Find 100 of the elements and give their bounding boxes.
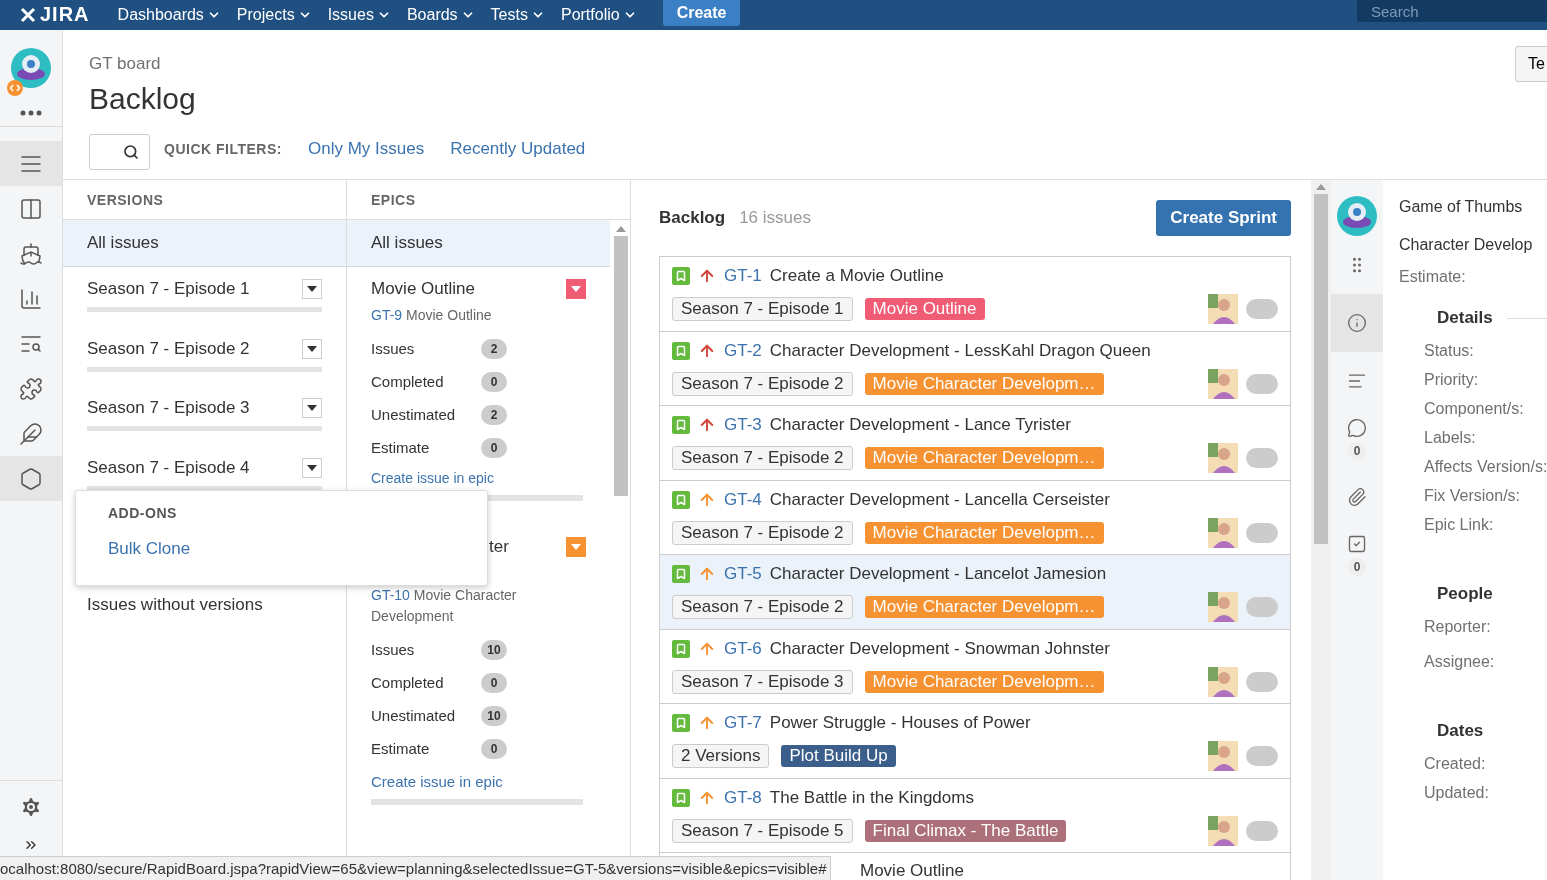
logo-icon: [20, 6, 36, 23]
comment-icon: [1347, 418, 1367, 438]
toolbar-button[interactable]: Te: [1515, 46, 1547, 82]
field-label: Epic Link:: [1423, 516, 1495, 534]
issue-key[interactable]: GT-2: [724, 340, 762, 361]
version-label: Season 7 - Episode 2: [672, 595, 853, 619]
scroll-up-icon[interactable]: [1316, 184, 1326, 190]
dropdown-button[interactable]: [302, 338, 322, 359]
issue-summary: Character Development - LessKahl Dragon Queen: [769, 340, 1151, 361]
nav-menu[interactable]: Issues: [327, 6, 391, 24]
nav-menu[interactable]: Boards: [406, 6, 475, 24]
issue-key[interactable]: GT-8: [724, 787, 762, 808]
field-label: Updated:: [1423, 784, 1490, 802]
epic-name[interactable]: ter: [489, 537, 509, 557]
version-name[interactable]: Season 7 - Episode 1: [87, 279, 250, 299]
epic-issue-link[interactable]: GT-9 Movie Outline: [371, 305, 586, 326]
version-label: Season 7 - Episode 2: [672, 520, 853, 545]
stat-label: Estimate: [371, 439, 431, 456]
epic-label: Plot Build Up: [781, 745, 896, 767]
epic-label: Final Climax - The Battle: [864, 819, 1067, 842]
menu-item[interactable]: Bulk Clone: [108, 539, 191, 559]
all-issues-item[interactable]: All issues: [347, 220, 610, 267]
count-badge: 10: [481, 705, 507, 726]
avatar: [1208, 517, 1238, 548]
field-label: Priority:: [1423, 371, 1480, 389]
code-badge-icon: [7, 80, 23, 96]
issue-summary: Character Development - Lance Tyrister: [769, 415, 1071, 435]
nav-menu[interactable]: Portfolio: [560, 6, 637, 24]
epic-label: Movie Outline: [860, 861, 964, 880]
version-label: Season 7 - Episode 5: [672, 818, 853, 843]
field-label: Created:: [1423, 755, 1487, 773]
estimate-pill: [1246, 820, 1278, 841]
backlog-title: Backlog: [659, 208, 726, 228]
version-name[interactable]: Season 7 - Episode 3: [87, 398, 250, 418]
avatar: [1208, 294, 1238, 324]
issue-summary: Create a Movie Outline: [769, 266, 944, 286]
issue-key[interactable]: GT-1: [724, 266, 762, 286]
board-icon: [19, 196, 43, 221]
checkbox-tab[interactable]: 0: [1331, 526, 1383, 584]
quick-filter-link[interactable]: Recently Updated: [450, 139, 586, 159]
estimate-pill: [1246, 373, 1278, 394]
issues-without-versions-item[interactable]: Issues without versions: [87, 595, 263, 615]
comment-tab[interactable]: 0: [1331, 410, 1383, 468]
dropdown-button[interactable]: [302, 457, 322, 478]
count-badge: 0: [481, 672, 507, 693]
create-sprint-button[interactable]: Create Sprint: [1156, 200, 1291, 236]
caret-icon: [571, 544, 581, 550]
caret-icon: [307, 286, 317, 292]
version-name[interactable]: Season 7 - Episode 4: [87, 457, 250, 478]
avatar: [1208, 443, 1238, 473]
estimate-pill: [1246, 671, 1278, 692]
stat-label: Completed: [371, 674, 445, 691]
caret-icon: [307, 405, 317, 411]
epic-name[interactable]: Movie Outline: [371, 279, 475, 299]
create-issue-link[interactable]: Create issue in epic: [371, 470, 494, 486]
feather-icon: [19, 421, 43, 446]
issue-key[interactable]: GT-3: [724, 415, 762, 435]
info-icon: [1347, 313, 1367, 333]
issue-row[interactable]: GT-5 Character Development - Lancelot Jamesion Season 7 - Episode 2 Movie Character Developm…: [660, 555, 1290, 630]
search-field[interactable]: Search: [1357, 0, 1547, 22]
field-label: Status:: [1423, 342, 1475, 360]
avatar: [1208, 741, 1238, 771]
create-issue-link[interactable]: Create issue in epic: [371, 773, 503, 790]
epic-label: Movie Character Developm…: [864, 521, 1104, 544]
nav-menu[interactable]: Dashboards: [117, 6, 221, 24]
bookmark-icon: [672, 341, 690, 360]
version-label: Season 7 - Episode 1: [672, 297, 853, 321]
info-tab[interactable]: [1331, 294, 1383, 352]
bookmark-icon: [672, 788, 690, 807]
scroll-up-icon[interactable]: [616, 226, 626, 232]
version-label: Season 7 - Episode 2: [672, 446, 853, 470]
issue-key[interactable]: GT-7: [724, 713, 762, 733]
dropdown-button[interactable]: [302, 279, 322, 299]
issue-key[interactable]: GT-4: [724, 489, 762, 510]
epic-issue-link[interactable]: GT-10 Movie Character Development: [371, 585, 561, 627]
issue-summary: Character Development - Snowman Johnster: [769, 638, 1110, 659]
jira-logo[interactable]: JIRA: [20, 3, 90, 26]
backlog-nav-item[interactable]: [0, 141, 62, 186]
estimate-pill: [1246, 522, 1278, 543]
caret-icon: [307, 345, 317, 352]
all-issues-item[interactable]: All issues: [63, 220, 346, 267]
breadcrumb[interactable]: GT board: [89, 54, 161, 74]
quick-filter-link[interactable]: Only My Issues: [307, 139, 425, 159]
nav-menu[interactable]: Projects: [236, 6, 312, 24]
hexagon-nav-item[interactable]: [0, 456, 62, 501]
bookmark-icon: [672, 267, 690, 285]
nav-menu[interactable]: Tests: [490, 6, 545, 24]
puzzle-icon: [19, 376, 43, 401]
issue-key[interactable]: GT-6: [724, 638, 762, 659]
menu-heading: ADD-ONS: [108, 505, 178, 521]
scrollbar-thumb[interactable]: [614, 236, 628, 496]
dropdown-button[interactable]: [302, 398, 322, 418]
more-icon[interactable]: [20, 110, 42, 116]
search-field[interactable]: [89, 134, 150, 170]
version-name[interactable]: Season 7 - Episode 2: [87, 338, 250, 359]
scrollbar-thumb[interactable]: [1314, 194, 1328, 544]
create-button[interactable]: Create: [662, 0, 741, 26]
issue-summary: Character Development - Lancella Cerseister: [769, 489, 1110, 510]
paperclip-icon: [1347, 487, 1367, 507]
issue-key[interactable]: GT-5: [724, 564, 762, 584]
